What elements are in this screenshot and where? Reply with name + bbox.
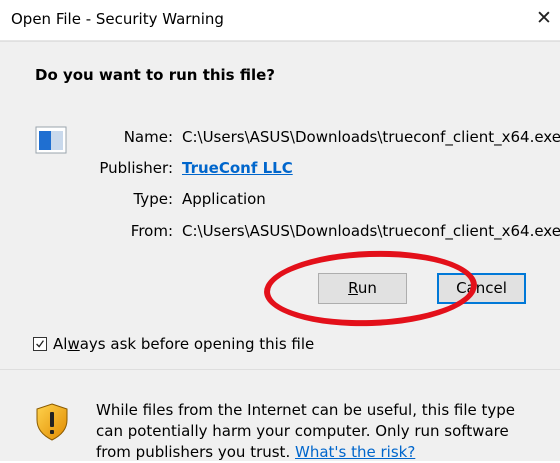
detail-label: Publisher: [99, 159, 173, 177]
detail-label: From: [130, 222, 173, 240]
detail-label: Name: [123, 128, 173, 146]
security-shield-icon [36, 403, 68, 441]
dialog-content: Do you want to run this file? Name: C:\U… [0, 41, 560, 370]
warning-text: While files from the Internet can be use… [96, 400, 536, 463]
always-ask-checkbox[interactable] [33, 337, 47, 351]
run-mnemonic: R [348, 279, 358, 297]
run-button[interactable]: Run [318, 273, 407, 304]
checkbox-label-pre: Al [53, 335, 68, 353]
title-bar: Open File - Security Warning ✕ [0, 0, 560, 41]
checkbox-label-post: ays ask before opening this file [79, 335, 315, 353]
publisher-link[interactable]: TrueConf LLC [182, 159, 293, 177]
cancel-button[interactable]: Cancel [437, 273, 526, 304]
detail-value-type: Application [182, 190, 266, 208]
dialog-question: Do you want to run this file? [35, 66, 275, 84]
whats-the-risk-link[interactable]: What's the risk? [295, 443, 415, 461]
run-label-post: un [357, 279, 377, 297]
detail-value-name: C:\Users\ASUS\Downloads\trueconf_client_… [182, 128, 560, 146]
window-title: Open File - Security Warning [11, 10, 224, 28]
always-ask-label: Always ask before opening this file [53, 335, 314, 353]
close-icon[interactable]: ✕ [532, 6, 556, 30]
detail-value-from: C:\Users\ASUS\Downloads\trueconf_client_… [182, 222, 560, 240]
checkbox-mnemonic: w [67, 335, 80, 353]
detail-label: Type: [133, 190, 173, 208]
